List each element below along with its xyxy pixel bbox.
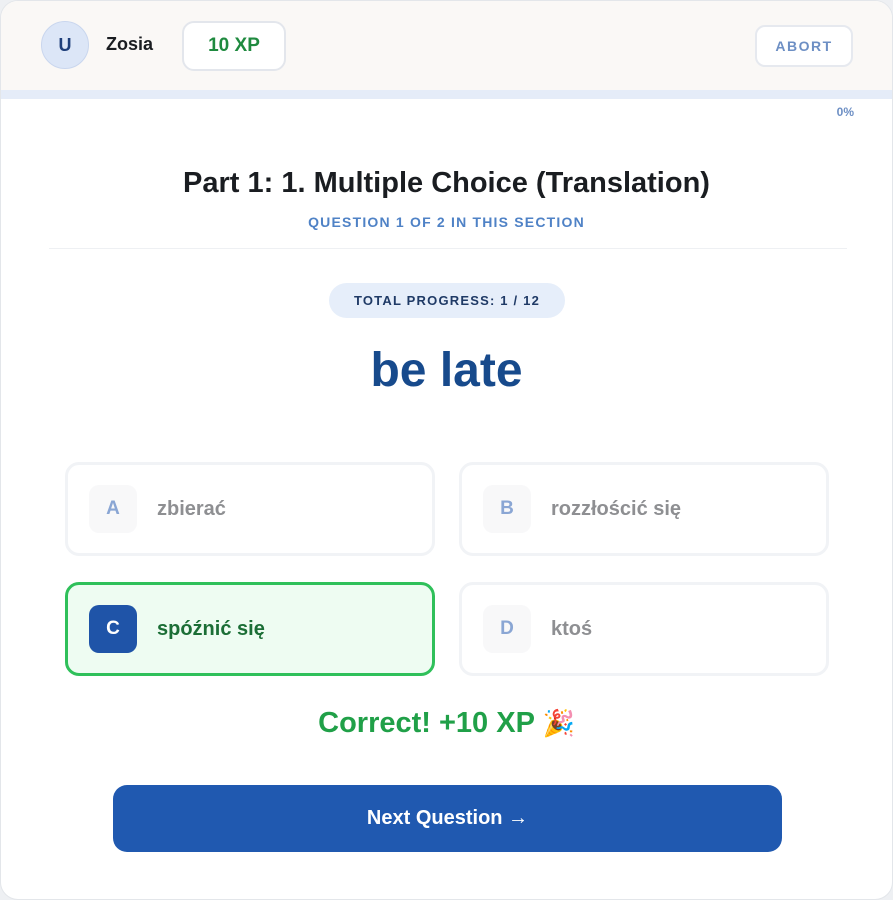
option-b[interactable]: B rozzłościć się — [459, 462, 829, 556]
option-text: ktoś — [551, 618, 593, 640]
option-letter: D — [483, 605, 531, 653]
next-question-button[interactable]: Next Question → — [113, 785, 782, 852]
option-d[interactable]: D ktoś — [459, 582, 829, 676]
option-letter: A — [89, 485, 137, 533]
total-progress-badge: TOTAL PROGRESS: 1 / 12 — [329, 283, 565, 318]
section-title: Part 1: 1. Multiple Choice (Translation) — [183, 167, 710, 199]
avatar[interactable]: U — [41, 21, 89, 69]
option-letter: B — [483, 485, 531, 533]
party-popper-icon: 🎉 — [542, 708, 575, 738]
section-subtitle: QUESTION 1 OF 2 IN THIS SECTION — [308, 214, 585, 230]
top-bar: U Zosia 10 XP ABORT — [1, 1, 892, 90]
option-c[interactable]: C spóźnić się — [65, 582, 435, 676]
option-a[interactable]: A zbierać — [65, 462, 435, 556]
divider — [49, 248, 847, 249]
feedback-text: Correct! +10 XP — [318, 707, 535, 739]
option-text: rozzłościć się — [551, 498, 682, 520]
prompt-word: be late — [370, 344, 523, 397]
progress-percent: 0% — [836, 105, 854, 119]
option-text: spóźnić się — [157, 618, 265, 640]
abort-button[interactable]: ABORT — [755, 25, 853, 67]
xp-badge: 10 XP — [182, 21, 286, 71]
progress-bar — [1, 90, 892, 99]
username: Zosia — [106, 34, 154, 54]
option-letter: C — [89, 605, 137, 653]
option-text: zbierać — [157, 498, 226, 520]
quiz-card: U Zosia 10 XP ABORT 0% Part 1: 1. Multip… — [0, 0, 893, 900]
feedback-message: Correct! +10 XP 🎉 — [1, 707, 892, 740]
